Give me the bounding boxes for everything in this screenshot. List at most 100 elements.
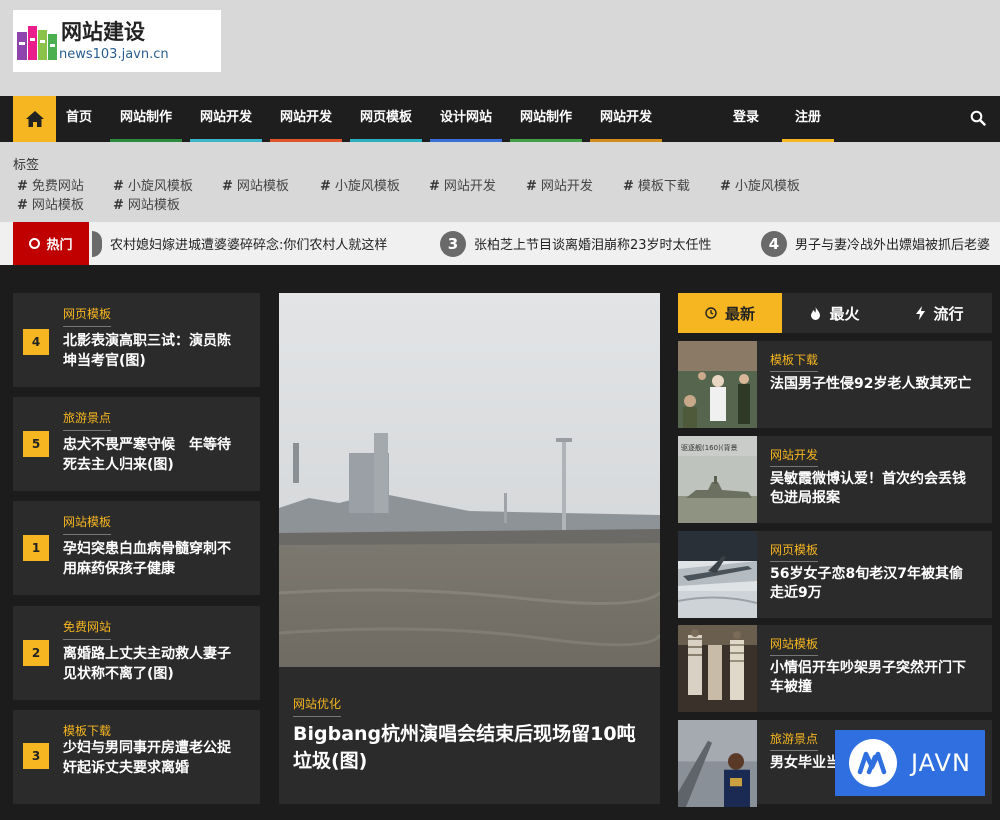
nav-item-design[interactable]: 设计网站 [430,96,502,142]
tag-link[interactable]: # 小旋风模板 [113,175,193,194]
hot-rank: 4 [761,230,787,257]
rank-badge: 2 [23,640,49,666]
right-article-card[interactable]: 网站模板 小情侣开车吵架男子突然开门下车被撞 [678,625,992,712]
tag-link[interactable]: # 网站模板 [222,175,289,194]
tag-link[interactable]: # 小旋风模板 [320,175,400,194]
left-article-card[interactable]: 网页模板 4 北影表演高职三试：演员陈坤当考官(图) [13,293,260,387]
nav-item-website-dev[interactable]: 网站开发 [190,96,262,142]
bolt-icon [916,306,926,320]
hot-item-text: 农村媳妇嫁进城遭婆婆碎碎念:你们农村人就这样 [110,238,388,253]
javn-watermark: JAVN [835,730,985,796]
rank-badge: 1 [23,535,49,561]
hot-item-text: 张柏芝上节目谈离婚泪崩称23岁时太任性 [474,238,712,253]
hash-icon: # [623,179,634,194]
article-category[interactable]: 免费网站 [63,618,112,640]
tag-link[interactable]: # 模板下载 [623,175,690,194]
rank-badge: 5 [23,431,49,457]
tag-link[interactable]: # 免费网站 [17,175,84,194]
article-thumbnail[interactable] [678,625,757,712]
article-title[interactable]: 法国男子性侵92岁老人致其死亡 [770,375,975,394]
hot-rank: 3 [440,230,466,257]
left-article-card[interactable]: 网站模板 1 孕妇突患白血病骨髓穿刺不用麻药保孩子健康 [13,501,260,595]
article-category[interactable]: 网站开发 [770,446,819,467]
right-article-card[interactable]: 网页模板 56岁女子恋8旬老汉7年被其偷走近9万 [678,531,992,618]
left-article-card[interactable]: 模板下载 3 少妇与男同事开房遭老公捉奸起诉丈夫要求离婚 [13,710,260,804]
tab-hottest[interactable]: 最火 [783,293,887,333]
hot-item[interactable]: 4 男子与妻冷战外出嫖娼被抓后老婆 [761,222,990,265]
article-thumbnail[interactable]: 驱逐舰(160)(背景 [678,436,757,523]
article-thumbnail[interactable] [678,720,757,807]
tag-link[interactable]: # 网站开发 [526,175,593,194]
featured-article[interactable]: 网站优化 Bigbang杭州演唱会结束后现场留10吨垃圾(图) [279,293,660,804]
right-article-card[interactable]: 驱逐舰(160)(背景 网站开发 吴敏霞微博认爱！首次约会丢钱包进局报案 [678,436,992,523]
hash-icon: # [720,179,731,194]
hot-item[interactable]: 农村媳妇嫁进城遭婆婆碎碎念:你们农村人就这样 [92,222,387,265]
article-category[interactable]: 网站优化 [293,695,342,717]
clock-icon [705,307,717,319]
article-title[interactable]: 56岁女子恋8旬老汉7年被其偷走近9万 [770,565,975,603]
login-link[interactable]: 登录 [720,96,772,142]
article-title[interactable]: 吴敏霞微博认爱！首次约会丢钱包进局报案 [770,470,975,508]
main-nav: 首页 网站制作 网站开发 网站开发 网页模板 设计网站 网站制作 网站开发 登录… [0,96,1000,142]
hot-rank [92,230,102,257]
featured-title[interactable]: Bigbang杭州演唱会结束后现场留10吨垃圾(图) [293,721,648,775]
article-thumbnail[interactable] [678,341,757,428]
article-title[interactable]: 小情侣开车吵架男子突然开门下车被撞 [770,659,975,697]
hash-icon: # [17,179,28,194]
tag-link[interactable]: # 小旋风模板 [720,175,800,194]
site-logo[interactable]: 网站建设 news103.javn.cn [13,10,221,72]
article-category[interactable]: 旅游景点 [63,409,112,431]
article-category[interactable]: 网页模板 [63,305,112,327]
nav-item-website-make-2[interactable]: 网站制作 [510,96,582,142]
hot-label-text: 热门 [46,238,73,253]
tab-latest[interactable]: 最新 [678,293,782,333]
tab-popular[interactable]: 流行 [888,293,992,333]
article-category[interactable]: 网站模板 [63,513,112,535]
article-title[interactable]: 离婚路上丈夫主动救人妻子见状称不离了(图) [63,644,233,684]
books-icon [17,26,57,60]
thumbnail-caption: 驱逐舰(160)(背景 [681,443,738,452]
site-header: 网站建设 news103.javn.cn [0,0,1000,96]
tab-label: 最新 [724,304,755,323]
tag-link[interactable]: # 网站模板 [113,194,180,213]
hot-ticker: 热门 农村媳妇嫁进城遭婆婆碎碎念:你们农村人就这样 3 张柏芝上节目谈离婚泪崩称… [0,222,1000,265]
rank-badge: 3 [23,743,49,769]
nav-item-website-dev-3[interactable]: 网站开发 [590,96,662,142]
article-category[interactable]: 模板下载 [770,351,819,372]
tab-label: 最火 [829,304,860,323]
hot-label: 热门 [13,222,89,265]
article-category[interactable]: 网页模板 [770,541,819,562]
tag-link[interactable]: # 网站模板 [17,194,84,213]
left-article-card[interactable]: 旅游景点 5 忠犬不畏严寒守候 年等待死去主人归来(图) [13,397,260,491]
tags-label: 标签 [13,158,40,173]
article-title[interactable]: 忠犬不畏严寒守候 年等待死去主人归来(图) [63,435,233,475]
article-category[interactable]: 网站模板 [770,635,819,656]
right-article-card[interactable]: 模板下载 法国男子性侵92岁老人致其死亡 [678,341,992,428]
nav-item-home[interactable]: 首页 [56,96,102,142]
hash-icon: # [429,179,440,194]
article-title[interactable]: 少妇与男同事开房遭老公捉奸起诉丈夫要求离婚 [63,738,233,778]
article-title[interactable]: 孕妇突患白血病骨髓穿刺不用麻药保孩子健康 [63,539,233,579]
article-thumbnail[interactable] [678,531,757,618]
article-category[interactable]: 旅游景点 [770,730,819,751]
tag-cloud: 标签 # 免费网站 # 小旋风模板 # 网站模板 # 小旋风模板 # 网站开发 # 网站开发… [0,142,1000,222]
article-tabs: 最新 最火 流行 [678,293,992,333]
nav-item-website-dev-2[interactable]: 网站开发 [270,96,342,142]
watermark-text: JAVN [911,749,971,777]
left-article-card[interactable]: 免费网站 2 离婚路上丈夫主动救人妻子见状称不离了(图) [13,606,260,700]
home-icon [25,111,44,127]
home-button[interactable] [13,96,56,142]
logo-url: news103.javn.cn [59,47,169,62]
featured-image[interactable] [279,293,660,667]
article-title[interactable]: 北影表演高职三试：演员陈坤当考官(图) [63,331,233,371]
tag-link[interactable]: # 网站开发 [429,175,496,194]
search-icon[interactable] [970,110,986,126]
logo-title: 网站建设 [61,20,145,44]
hash-icon: # [526,179,537,194]
hot-item[interactable]: 3 张柏芝上节目谈离婚泪崩称23岁时太任性 [440,222,712,265]
register-link[interactable]: 注册 [782,96,834,142]
hash-icon: # [113,198,124,213]
nav-item-website-make[interactable]: 网站制作 [110,96,182,142]
fire-icon [811,306,821,320]
nav-item-templates[interactable]: 网页模板 [350,96,422,142]
